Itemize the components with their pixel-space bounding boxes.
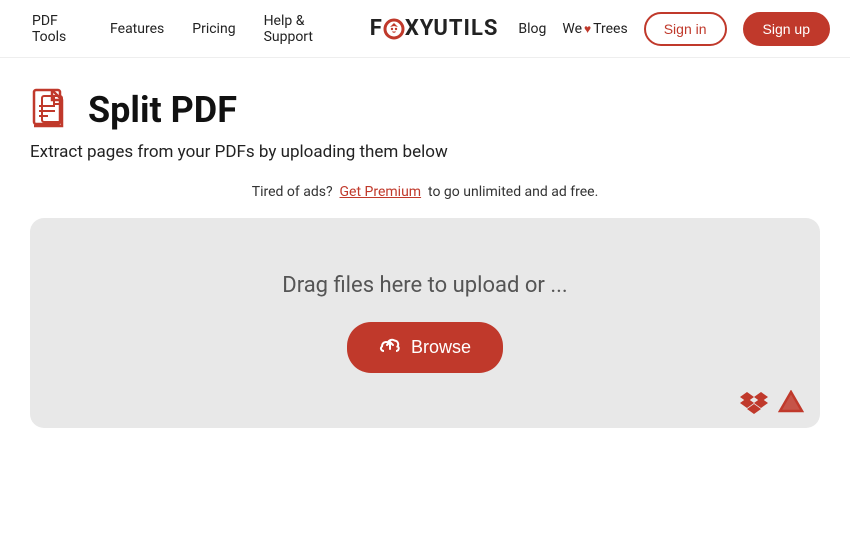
signup-button[interactable]: Sign up — [743, 12, 830, 46]
heart-icon: ♥ — [584, 22, 591, 36]
promo-after: to go unlimited and ad free. — [428, 184, 598, 200]
dropzone[interactable]: Drag files here to upload or ... Browse — [30, 218, 820, 428]
logo-text: F XYUTILS — [370, 16, 499, 41]
nav-right-links: Blog We♥Trees — [518, 21, 627, 37]
promo-text: Tired of ads? Get Premium to go unlimite… — [30, 184, 820, 200]
logo-o-icon — [383, 18, 405, 40]
main-content: Split PDF Extract pages from your PDFs b… — [0, 58, 850, 448]
browse-button[interactable]: Browse — [347, 322, 503, 373]
page-title: Split PDF — [88, 89, 237, 131]
nav-features[interactable]: Features — [98, 13, 176, 45]
split-pdf-icon — [30, 88, 74, 132]
trees-text: Trees — [593, 21, 628, 37]
nav-pricing[interactable]: Pricing — [180, 13, 247, 45]
get-premium-link[interactable]: Get Premium — [340, 184, 422, 200]
nav-help-support[interactable]: Help & Support — [252, 5, 350, 53]
page-subtitle: Extract pages from your PDFs by uploadin… — [30, 142, 820, 162]
nav-right: Blog We♥Trees Sign in Sign up — [518, 12, 830, 46]
site-logo[interactable]: F XYUTILS — [370, 16, 499, 41]
nav-blog[interactable]: Blog — [518, 21, 546, 37]
drop-text: Drag files here to upload or ... — [282, 273, 567, 298]
upload-cloud-icon — [379, 335, 401, 360]
google-drive-icon[interactable] — [778, 390, 804, 414]
title-row: Split PDF — [30, 88, 820, 132]
nav-links: PDF Tools Features Pricing Help & Suppor… — [20, 5, 350, 53]
signin-button[interactable]: Sign in — [644, 12, 727, 46]
browse-label: Browse — [411, 337, 471, 358]
dropbox-icon[interactable] — [740, 390, 768, 414]
promo-before: Tired of ads? — [252, 184, 333, 200]
navbar: PDF Tools Features Pricing Help & Suppor… — [0, 0, 850, 58]
nav-we-trees[interactable]: We♥Trees — [562, 21, 627, 37]
nav-pdf-tools[interactable]: PDF Tools — [20, 5, 94, 53]
we-text: We — [562, 21, 582, 37]
cloud-storage-icons — [740, 390, 804, 414]
